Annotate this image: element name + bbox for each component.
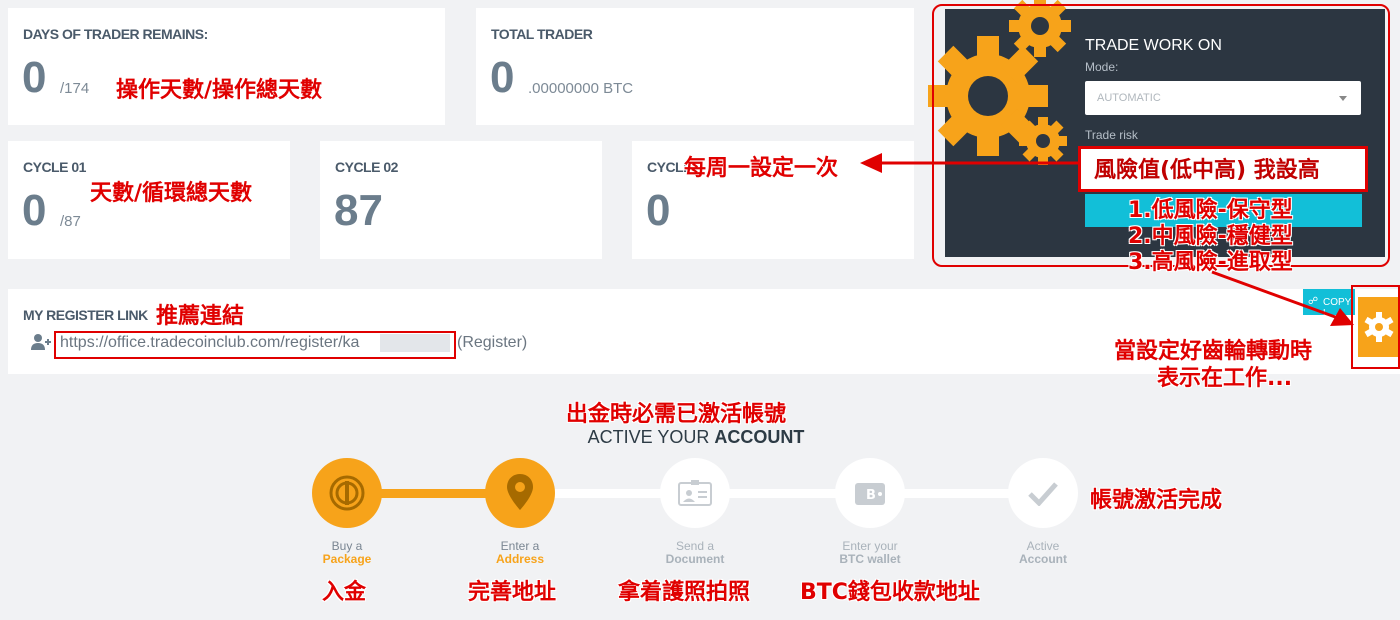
days-remains-label: DAYS OF TRADER REMAINS: xyxy=(23,26,208,42)
weekly-annotation: 每周一設定一次 xyxy=(684,156,839,181)
step-note-deposit: 入金 xyxy=(322,580,367,605)
risk-annotation: 風險值(低中高) 我設高 xyxy=(1094,158,1320,183)
step-label-line2: Document xyxy=(665,552,725,566)
step-label-line1: Active xyxy=(1026,539,1060,553)
days-remains-total: /174 xyxy=(60,80,90,97)
step-label-line2: BTC wallet xyxy=(839,552,901,566)
referral-annotation: 推薦連結 xyxy=(156,304,245,329)
step-note-address: 完善地址 xyxy=(468,580,557,605)
step-btc-wallet[interactable]: B xyxy=(835,458,905,528)
gear-working-annotation-2: 表示在工作... xyxy=(1157,366,1293,391)
register-link-title: MY REGISTER LINK xyxy=(23,307,148,323)
step-note-passport: 拿着護照拍照 xyxy=(618,580,751,605)
cycle02-card: CYCLE 02 87 xyxy=(320,141,602,259)
register-url-highlight xyxy=(54,331,456,359)
step-label-line2: Address xyxy=(495,552,545,566)
cycle01-total: /87 xyxy=(60,213,81,230)
step-label-line2: Account xyxy=(1019,552,1067,566)
days-remains-value: 0 xyxy=(22,53,47,102)
add-user-icon xyxy=(31,334,51,350)
step-active-account[interactable] xyxy=(1008,458,1078,528)
cycle02-label: CYCLE 02 xyxy=(335,159,398,175)
step-label-line1: Buy a xyxy=(331,539,363,553)
step-label-btc-wallet: Enter your BTC wallet xyxy=(810,540,930,566)
total-trader-unit: .00000000 BTC xyxy=(528,80,634,97)
arrow-down-right-icon xyxy=(1211,270,1354,326)
days-annotation: 操作天數/操作總天數 xyxy=(116,78,323,103)
progress-line-pending xyxy=(520,489,1043,498)
step-label-send-document: Send a Document xyxy=(635,540,755,566)
step-label-line1: Send a xyxy=(675,539,715,553)
activation-title: ACTIVE YOUR ACCOUNT xyxy=(0,427,1392,448)
total-trader-label: TOTAL TRADER xyxy=(491,26,593,42)
cycle02-value: 87 xyxy=(334,186,383,235)
activation-title-bold: ACCOUNT xyxy=(714,427,805,447)
total-trader-card: TOTAL TRADER 0 .00000000 BTC xyxy=(476,8,914,125)
total-trader-value: 0 xyxy=(490,53,515,102)
step-label-line2: Package xyxy=(322,552,372,566)
register-suffix: (Register) xyxy=(457,334,528,351)
cycle01-value: 0 xyxy=(22,186,47,235)
activation-title-plain: ACTIVE YOUR xyxy=(587,427,715,447)
done-annotation: 帳號激活完成 xyxy=(1090,488,1223,513)
wallet-icon: B xyxy=(855,483,885,505)
step-label-line1: Enter a xyxy=(500,539,540,553)
checkmark-icon xyxy=(1028,482,1058,506)
step-label-active-account: Active Account xyxy=(983,540,1103,566)
step-enter-address[interactable] xyxy=(485,458,555,528)
step-send-document[interactable] xyxy=(660,458,730,528)
gear-button-highlight xyxy=(1351,285,1400,369)
cycle-annotation: 天數/循環總天數 xyxy=(90,181,253,206)
days-remains-card: DAYS OF TRADER REMAINS: 0 /174 xyxy=(8,8,445,125)
id-card-icon xyxy=(678,480,712,506)
withdraw-annotation: 出金時必需已激活帳號 xyxy=(566,402,787,427)
step-label-enter-address: Enter a Address xyxy=(460,540,580,566)
cycle03-value: 0 xyxy=(646,186,671,235)
map-pin-icon xyxy=(507,474,533,510)
arrow-left-icon xyxy=(860,153,1078,173)
step-note-wallet: BTC錢包收款地址 xyxy=(800,580,980,605)
step-label-line1: Enter your xyxy=(842,539,898,553)
cycle01-label: CYCLE 01 xyxy=(23,159,86,175)
step-label-buy-package: Buy a Package xyxy=(287,540,407,566)
step-buy-package[interactable] xyxy=(312,458,382,528)
svg-text:B: B xyxy=(866,488,876,503)
coin-icon xyxy=(329,475,365,511)
